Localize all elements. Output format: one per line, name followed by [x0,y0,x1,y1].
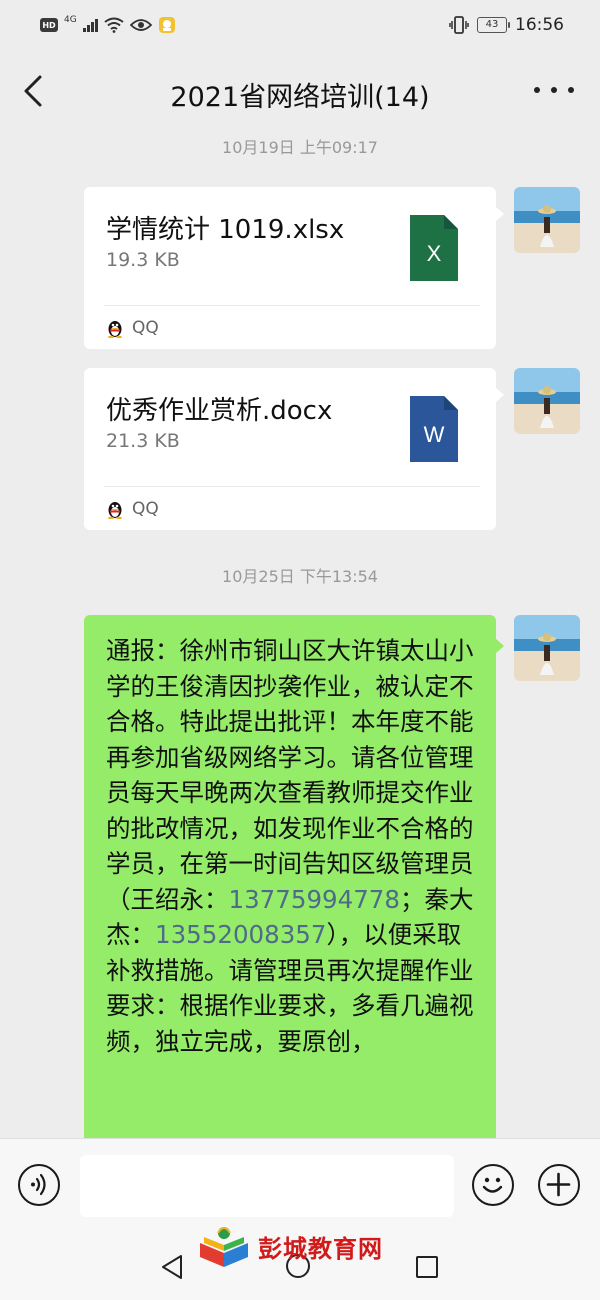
clock: 16:56 [515,15,564,35]
dot-icon [534,87,540,93]
file-name: 优秀作业赏析.docx [106,396,333,426]
vibrate-icon [449,16,469,34]
message-input[interactable] [80,1155,454,1217]
excel-file-icon: X [410,215,458,281]
file-message-card[interactable]: 优秀作业赏析.docx 21.3 KB W QQ [84,368,504,530]
user-avatar[interactable] [514,368,580,434]
eye-comfort-icon [129,19,152,31]
avatar-beach-image [514,368,580,434]
chat-title: 2021省网络培训(14) [170,82,430,113]
dot-icon [551,87,557,93]
text-message-bubble[interactable]: 通报：徐州市铜山区大许镇太山小学的王俊清因抄袭作业，被认定不合格。特此提出批评！… [84,615,496,1155]
more-options-button[interactable] [534,75,574,105]
avatar-beach-image [514,187,580,253]
emoji-button[interactable] [472,1164,514,1206]
nav-back-triangle-icon[interactable] [160,1254,184,1280]
battery-icon: 43 [477,17,510,33]
status-bar: HD 4G 43 16:56 [0,0,600,50]
bubble-tail [495,638,504,654]
chat-input-bar [0,1138,600,1235]
message-text-part: 通报：徐州市铜山区大许镇太山小学的王俊清因抄袭作业，被认定不合格。特此提出批评！… [106,636,474,914]
file-source-label: QQ [132,499,159,519]
phone-number-link[interactable]: 13775994778 [229,885,400,914]
dot-icon [568,87,574,93]
book-logo-icon [200,1227,248,1267]
plus-icon [546,1172,571,1197]
file-name: 学情统计 1019.xlsx [106,215,345,245]
status-right: 43 16:56 [449,14,564,36]
card-divider [104,486,480,487]
watermark-text: 彭城教育网 [258,1234,383,1263]
wifi-icon [104,17,124,33]
smiley-icon [482,1177,503,1193]
chat-header: 2021省网络培训(14) [0,55,600,127]
word-file-icon: W [410,396,458,462]
file-size: 19.3 KB [106,249,180,271]
file-icon-letter: X [427,241,442,266]
phone-number-link[interactable]: 13552008357 [155,920,326,949]
site-watermark: 彭城教育网 [196,1222,383,1270]
status-left: HD 4G [40,14,176,36]
network-type: 4G [64,15,77,25]
message-timestamp: 10月19日 上午09:17 [222,138,378,157]
more-actions-button[interactable] [538,1164,580,1206]
message-text: 通报：徐州市铜山区大许镇太山小学的王俊清因抄袭作业，被认定不合格。特此提出批评！… [106,633,481,1059]
file-size: 21.3 KB [106,430,180,452]
signal-icon [82,18,98,32]
qq-penguin-icon [108,321,122,338]
card-divider [104,305,480,306]
file-message-card[interactable]: 学情统计 1019.xlsx 19.3 KB X QQ [84,187,504,349]
app-notification-icon [158,17,175,33]
file-source: QQ [106,498,159,520]
file-source-label: QQ [132,318,159,338]
message-timestamp: 10月25日 下午13:54 [222,567,378,586]
avatar-beach-image [514,615,580,681]
file-source: QQ [106,317,159,339]
file-icon-letter: W [424,422,445,447]
user-avatar[interactable] [514,615,580,681]
voice-wave-icon [31,1173,46,1196]
nav-recents-button[interactable] [416,1256,438,1278]
hd-badge: HD [40,18,58,32]
voice-input-button[interactable] [18,1164,60,1206]
user-avatar[interactable] [514,187,580,253]
qq-penguin-icon [108,502,122,519]
